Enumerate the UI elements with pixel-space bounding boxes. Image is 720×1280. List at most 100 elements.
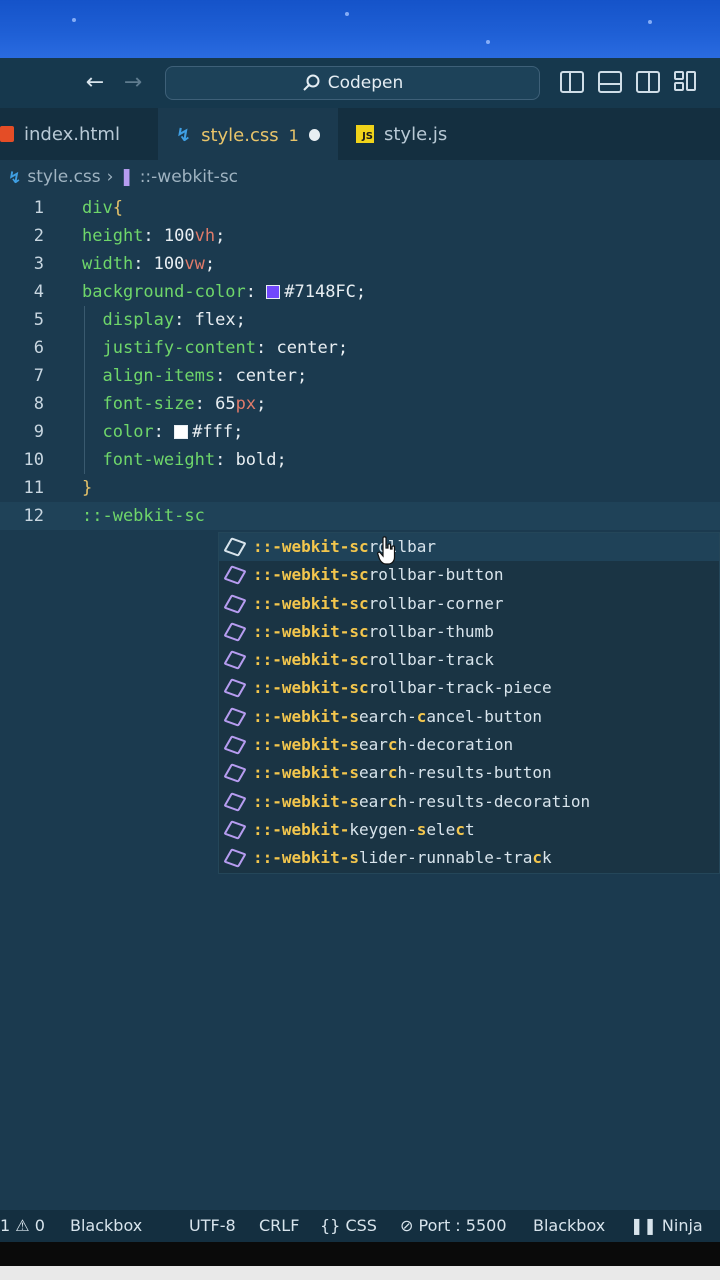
css-file-icon: ↯ (176, 124, 192, 146)
symbol-icon: ❚ (119, 167, 134, 187)
hand-pointer-cursor-icon (377, 536, 396, 565)
language-mode[interactable]: {​} CSS (320, 1216, 377, 1235)
problems-indicator[interactable]: 1 ⚠ 0 (0, 1216, 45, 1235)
property-icon (223, 650, 247, 670)
layout-controls (560, 71, 698, 93)
line-number: 1 (33, 198, 44, 218)
property: width (82, 254, 134, 274)
css-file-icon: ↯ (8, 167, 22, 187)
suggestion-item[interactable]: ::-webkit-keygen-select (219, 816, 719, 844)
suggestion-item[interactable]: ::-webkit-scrollbar-track-piece (219, 674, 719, 702)
suggestion-item[interactable]: ::-webkit-search-cancel-button (219, 703, 719, 731)
value: center (235, 366, 297, 386)
value: bold (235, 450, 277, 470)
suggestion-item[interactable]: ::-webkit-scrollbar-corner (219, 590, 719, 618)
suggestion-item[interactable]: ::-webkit-scrollbar-thumb (219, 618, 719, 646)
number: 100 (163, 226, 195, 246)
pause-icon: ❚❚ (630, 1216, 657, 1235)
property-icon (223, 622, 247, 642)
encoding-status[interactable]: UTF-8 (189, 1216, 236, 1235)
suggestion-item[interactable]: ::-webkit-scrollbar-track (219, 646, 719, 674)
line-number: 8 (33, 394, 44, 414)
unit: vh (194, 226, 216, 246)
typed-text: ::-webkit-sc (82, 506, 205, 526)
search-icon (303, 74, 320, 91)
property-icon (223, 820, 247, 840)
value: center (276, 338, 338, 358)
property-icon (223, 565, 247, 586)
breadcrumb-symbol[interactable]: ::-webkit-sc (140, 167, 238, 187)
no-entry-icon: ⊘ (400, 1216, 414, 1235)
value: #7148FC (284, 282, 356, 302)
code-line: 11 } (0, 474, 720, 502)
code-line-current: 12 ::-webkit-sc (0, 502, 720, 530)
command-center-search[interactable]: Codepen (165, 66, 540, 100)
code-line: 4 background-color: #7148FC; (0, 278, 720, 306)
property: color (102, 422, 154, 442)
color-swatch[interactable] (266, 285, 281, 299)
toggle-panel-icon[interactable] (598, 71, 622, 93)
title-bar: ← → Codepen (0, 58, 720, 108)
selector: div (82, 198, 113, 218)
code-line: 5 display: flex; (0, 306, 720, 334)
line-number: 9 (33, 422, 44, 442)
tab-style-css[interactable]: ↯ style.css 1 (158, 108, 338, 160)
braces-icon: {​} (320, 1216, 341, 1235)
toggle-secondary-sidebar-icon[interactable] (636, 71, 660, 93)
property: display (102, 310, 175, 330)
property-icon (223, 707, 247, 727)
value: flex (194, 310, 236, 330)
property-icon (223, 593, 247, 614)
property: justify-content (102, 338, 257, 358)
unsaved-dot-icon[interactable] (308, 129, 320, 141)
property: font-weight (102, 450, 216, 470)
search-label: Codepen (327, 73, 404, 93)
line-number: 11 (23, 478, 44, 498)
property: background-color (82, 282, 246, 302)
code-line: 8 font-size: 65px; (0, 390, 720, 418)
suggestion-item[interactable]: ::-webkit-search-results-decoration (219, 788, 719, 816)
problem-count-badge: 1 (288, 125, 299, 145)
line-number: 10 (23, 450, 44, 470)
breadcrumb: ↯ style.css › ❚ ::-webkit-sc (0, 160, 720, 194)
code-line: 7 align-items: center; (0, 362, 720, 390)
tab-label: style.js (384, 123, 448, 145)
code-line: 1 div{ (0, 194, 720, 222)
autocomplete-suggestions: ::-webkit-scrollbar ::-webkit-scrollbar-… (218, 532, 720, 874)
desktop-background (0, 0, 720, 58)
ninja-status[interactable]: ❚❚ Ninja (630, 1216, 703, 1235)
suggestion-item[interactable]: ::-webkit-scrollbar-button (219, 561, 719, 589)
property-icon (223, 791, 247, 812)
brace: } (82, 478, 93, 498)
code-line: 2 height: 100vh; (0, 222, 720, 250)
eol-status[interactable]: CRLF (259, 1216, 299, 1235)
suggestion-item[interactable]: ::-webkit-search-results-button (219, 759, 719, 787)
forward-arrow-icon[interactable]: → (120, 70, 146, 96)
html-file-icon (0, 126, 14, 142)
taskbar-strip (0, 1266, 720, 1280)
customize-layout-icon[interactable] (674, 71, 698, 93)
line-number: 7 (33, 366, 44, 386)
line-number: 3 (33, 254, 44, 274)
brace: { (112, 198, 123, 218)
code-line: 3 width: 100vw; (0, 250, 720, 278)
tab-label: style.css (201, 124, 279, 146)
property: height (82, 226, 144, 246)
live-server-port[interactable]: ⊘ Port : 5500 (400, 1216, 507, 1235)
property: align-items (102, 366, 216, 386)
number: 65 (215, 394, 236, 414)
property-icon (223, 537, 247, 557)
color-swatch[interactable] (174, 425, 189, 439)
tab-style-js[interactable]: JS style.js (338, 108, 468, 160)
suggestion-item[interactable]: ::-webkit-search-decoration (219, 731, 719, 759)
js-file-icon: JS (356, 125, 374, 143)
line-number: 4 (33, 282, 44, 302)
toggle-sidebar-icon[interactable] (560, 71, 584, 93)
breadcrumb-file[interactable]: style.css (27, 167, 100, 187)
suggestion-item[interactable]: ::-webkit-scrollbar (219, 533, 719, 562)
back-arrow-icon[interactable]: ← (82, 70, 108, 96)
suggestion-item[interactable]: ::-webkit-slider-runnable-track (219, 844, 719, 872)
blackbox-status-2[interactable]: Blackbox (533, 1216, 605, 1235)
blackbox-status[interactable]: Blackbox (70, 1216, 142, 1235)
tab-index-html[interactable]: index.html (0, 108, 158, 160)
